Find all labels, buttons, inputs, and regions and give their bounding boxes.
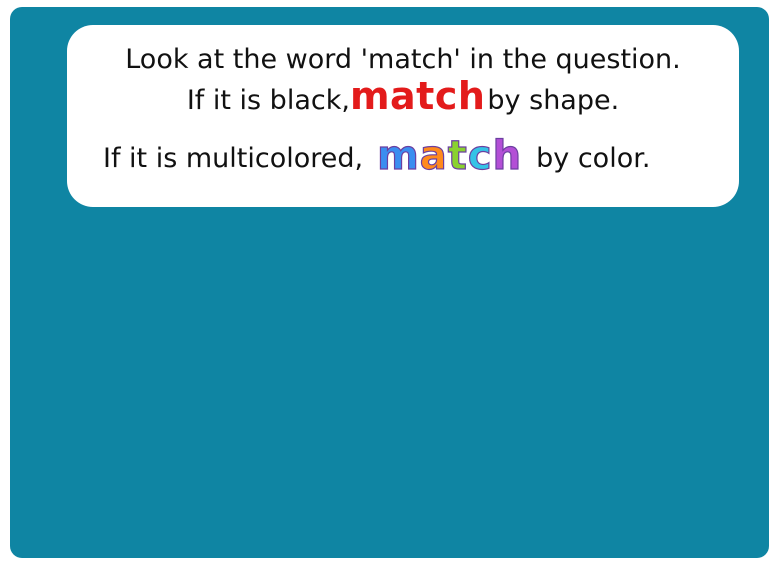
rainbow-letter: t: [447, 133, 468, 179]
rainbow-letter: a: [419, 133, 448, 179]
instruction-line-3: If it is multicolored, match by color.: [103, 133, 651, 179]
instruction-line-3-suffix: by color.: [536, 143, 651, 174]
instruction-line-2: If it is black,matchby shape.: [67, 74, 739, 118]
instruction-line-2-suffix: by shape.: [487, 85, 620, 116]
instruction-card: Look at the word 'match' in the question…: [67, 25, 739, 207]
instruction-line-3-prefix: If it is multicolored,: [103, 143, 364, 174]
multicolored-match-word: match: [377, 133, 523, 179]
black-match-word: match: [349, 74, 486, 118]
activity-stage: Look at the word 'match' in the question…: [10, 7, 769, 558]
instruction-line-1: Look at the word 'match' in the question…: [125, 44, 681, 75]
rainbow-letter: h: [492, 133, 523, 179]
instruction-line-2-prefix: If it is black,: [186, 85, 350, 116]
rainbow-letter: m: [377, 133, 420, 179]
rainbow-letter: c: [467, 133, 493, 179]
